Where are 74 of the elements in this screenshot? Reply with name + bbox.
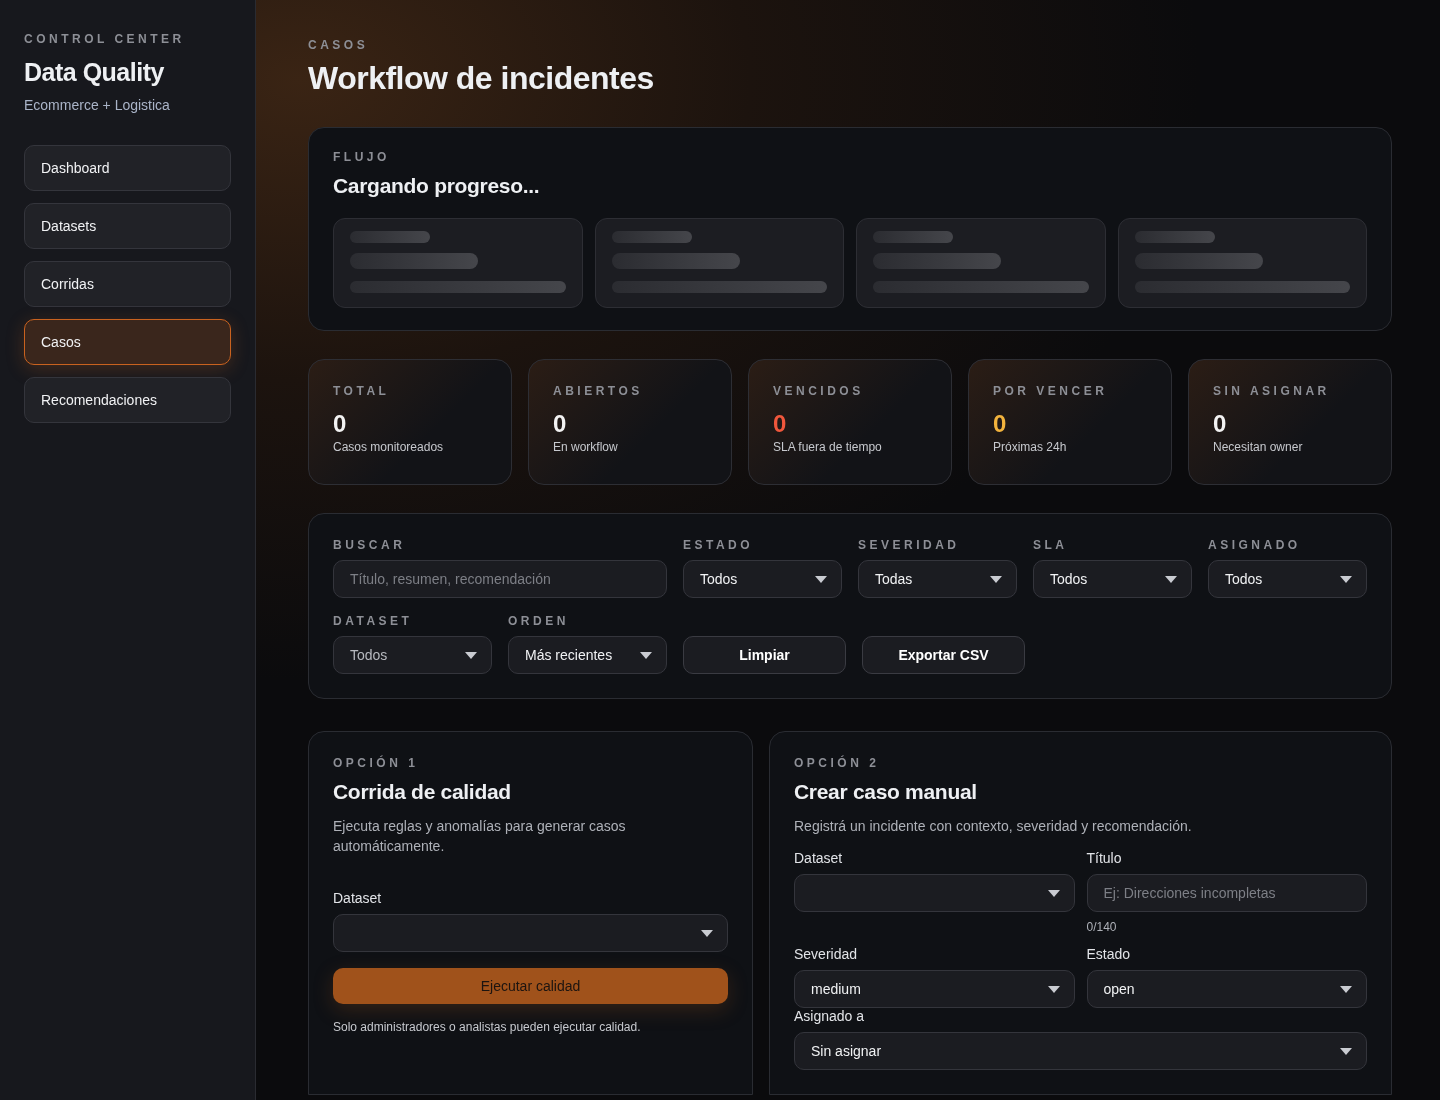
caret-icon	[701, 929, 713, 937]
filter-label: SLA	[1033, 538, 1069, 552]
caret-icon	[1340, 1047, 1352, 1055]
filter-label: ASIGNADO	[1208, 538, 1302, 552]
stat-value: 0	[773, 410, 788, 438]
card-description: Ejecuta reglas y anomalías para generar casos automáticamente.	[333, 817, 627, 856]
app-subtitle: Ecommerce + Logistica	[24, 97, 171, 113]
caret-icon	[1047, 985, 1060, 993]
select-dropdown[interactable]: open	[1086, 970, 1367, 1008]
stat-caption: Próximas 24h	[993, 440, 1068, 454]
stat-value: 0	[553, 410, 568, 438]
action-button[interactable]: Exportar CSV	[862, 636, 1025, 674]
select-dropdown[interactable]: Todas	[858, 560, 1017, 598]
select-dropdown[interactable]: Más recientes	[508, 636, 667, 674]
caret-icon	[1340, 985, 1352, 993]
panel-title: Cargando progreso...	[333, 174, 541, 198]
caret-icon	[640, 651, 652, 659]
nav-item[interactable]: Dashboard	[24, 145, 231, 191]
select-dropdown[interactable]	[794, 874, 1075, 912]
stat-label: POR VENCER	[993, 384, 1109, 398]
stat-caption: Casos monitoreados	[333, 440, 445, 454]
stat-caption: En workflow	[553, 440, 619, 454]
card-description: Registrá un incidente con contexto, severidad y recomendación.	[794, 817, 1193, 836]
select-dropdown[interactable]: medium	[794, 970, 1075, 1008]
filter-label: SEVERIDAD	[858, 538, 961, 552]
select-dropdown[interactable]: Todos	[683, 560, 842, 598]
title-input[interactable]: Ej: Direcciones incompletas	[1086, 874, 1367, 912]
filter-label: ORDEN	[508, 614, 570, 628]
stat-value: 0	[333, 410, 348, 438]
page-title: Workflow de incidentes	[308, 60, 655, 97]
stat-caption: Necesitan owner	[1213, 440, 1304, 454]
nav-item[interactable]: Casos	[24, 319, 231, 365]
app-title: Data Quality	[24, 58, 165, 87]
stat-caption: SLA fuera de tiempo	[773, 440, 883, 454]
sidebar-eyebrow: CONTROL CENTER	[24, 32, 186, 46]
caret-icon	[465, 651, 477, 659]
card-title: Corrida de calidad	[333, 780, 512, 804]
caret-icon	[815, 575, 827, 583]
stat-value: 0	[1213, 410, 1228, 438]
search-field[interactable]: Título, resumen, recomendación	[333, 560, 667, 598]
card-eyebrow: OPCIÓN 1	[333, 756, 420, 770]
caret-icon	[1165, 575, 1177, 583]
select-dropdown[interactable]: Sin asignar	[794, 1032, 1367, 1070]
field-label: Asignado a	[794, 1008, 866, 1024]
field-label: Dataset	[333, 890, 383, 906]
select-dropdown[interactable]: Todos	[1033, 560, 1192, 598]
nav-item[interactable]: Corridas	[24, 261, 231, 307]
stat-label: VENCIDOS	[773, 384, 865, 398]
select-dropdown[interactable]: Todos	[333, 636, 492, 674]
panel-eyebrow: FLUJO	[333, 150, 391, 164]
card-eyebrow: OPCIÓN 2	[794, 756, 881, 770]
card-title: Crear caso manual	[794, 780, 978, 804]
filter-label: ESTADO	[683, 538, 755, 552]
stat-label: TOTAL	[333, 384, 391, 398]
permission-note: Solo administradores o analistas pueden ejecutar calidad.	[333, 1020, 642, 1034]
page-eyebrow: CASOS	[308, 38, 370, 52]
caret-icon	[1340, 575, 1352, 583]
select-dropdown[interactable]	[333, 914, 728, 952]
select-dropdown[interactable]: Todos	[1208, 560, 1367, 598]
nav-item[interactable]: Recomendaciones	[24, 377, 231, 423]
field-label: Título	[1086, 850, 1123, 866]
stat-label: SIN ASIGNAR	[1213, 384, 1331, 398]
filter-label: DATASET	[333, 614, 414, 628]
field-label: Dataset	[794, 850, 844, 866]
field-label: Estado	[1086, 946, 1132, 962]
caret-icon	[1047, 889, 1060, 897]
stat-value: 0	[993, 410, 1008, 438]
char-counter: 0/140	[1086, 920, 1118, 934]
action-button[interactable]: Limpiar	[683, 636, 846, 674]
caret-icon	[990, 575, 1002, 583]
field-label: Severidad	[794, 946, 859, 962]
filter-label: BUSCAR	[333, 538, 407, 552]
stat-label: ABIERTOS	[553, 384, 644, 398]
nav-item[interactable]: Datasets	[24, 203, 231, 249]
